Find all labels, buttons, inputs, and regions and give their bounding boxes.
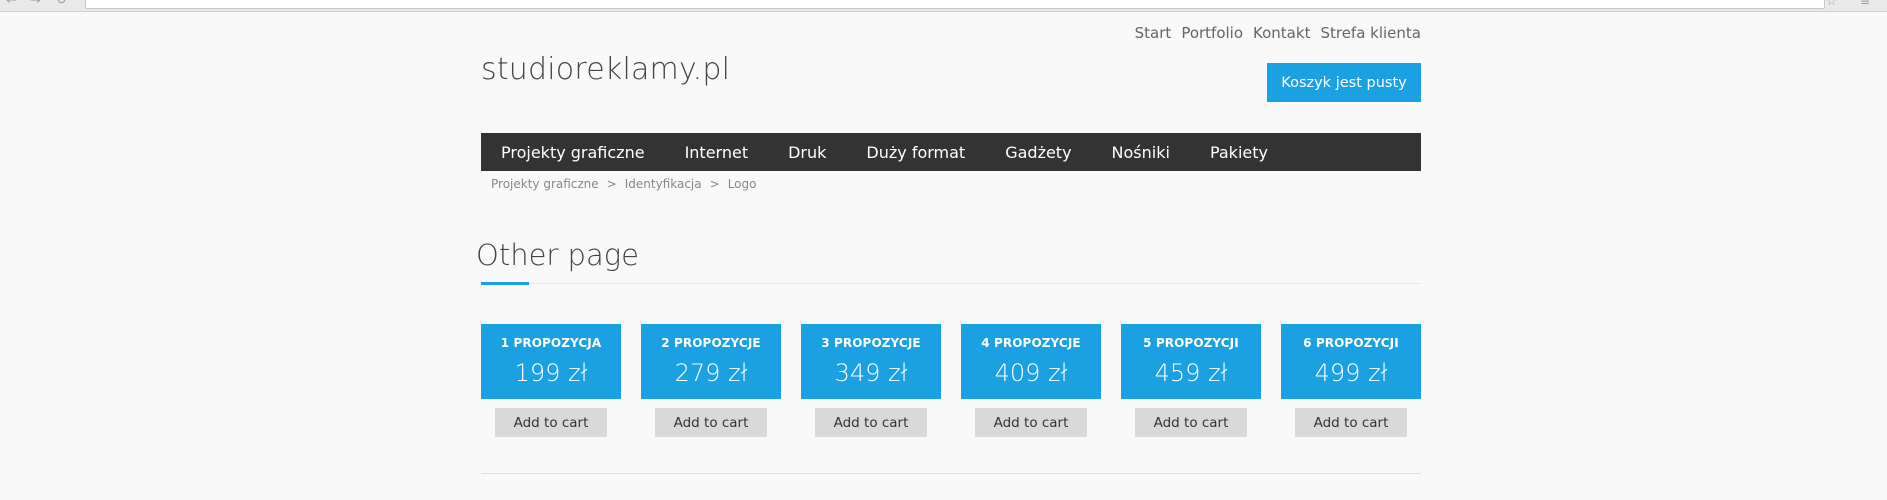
offer-name: 1 PROPOZYCJA: [500, 336, 602, 350]
offer-box: 4 PROPOZYCJE 409 zł: [961, 324, 1101, 399]
offer-card: 5 PROPOZYCJI 459 zł Add to cart: [1121, 324, 1261, 449]
browser-toolbar: ← → ↻ ☆ ≡: [0, 0, 1887, 12]
breadcrumb-item-projekty-graficzne[interactable]: Projekty graficzne: [491, 177, 599, 191]
offer-box: 3 PROPOZYCJE 349 zł: [801, 324, 941, 399]
address-bar[interactable]: [85, 0, 1825, 9]
nav-item-nosniki[interactable]: Nośniki: [1112, 143, 1170, 162]
offer-box: 1 PROPOZYCJA 199 zł: [481, 324, 621, 399]
page-container: Start Portfolio Kontakt Strefa klienta s…: [476, 12, 1421, 500]
back-icon[interactable]: ←: [6, 0, 17, 7]
offer-name: 6 PROPOZYCJI: [1303, 336, 1399, 350]
offer-name: 5 PROPOZYCJI: [1143, 336, 1239, 350]
add-to-cart-button[interactable]: Add to cart: [495, 408, 607, 437]
top-link-kontakt[interactable]: Kontakt: [1253, 24, 1310, 42]
offer-price: 199 zł: [514, 359, 588, 387]
nav-item-projekty-graficzne[interactable]: Projekty graficzne: [501, 143, 645, 162]
offer-card: 4 PROPOZYCJE 409 zł Add to cart: [961, 324, 1101, 449]
offer-box: 5 PROPOZYCJI 459 zł: [1121, 324, 1261, 399]
add-to-cart-button[interactable]: Add to cart: [1295, 408, 1407, 437]
browser-menu-icon[interactable]: ≡: [1860, 0, 1870, 8]
title-divider: [481, 283, 1421, 284]
breadcrumb-separator: >: [709, 177, 720, 191]
offer-price: 409 zł: [994, 359, 1068, 387]
offer-name: 4 PROPOZYCJE: [981, 336, 1081, 350]
offer-price: 279 zł: [674, 359, 748, 387]
title-accent-bar: [481, 282, 529, 285]
offer-price: 349 zł: [834, 359, 908, 387]
site-logo[interactable]: studioreklamy.pl: [481, 52, 730, 87]
footer-divider: [481, 473, 1421, 474]
add-to-cart-button[interactable]: Add to cart: [1135, 408, 1247, 437]
top-link-strefa-klienta[interactable]: Strefa klienta: [1320, 24, 1421, 42]
breadcrumb-item-logo: Logo: [727, 177, 757, 191]
offer-list: 1 PROPOZYCJA 199 zł Add to cart 2 PROPOZ…: [481, 324, 1421, 454]
page-title: Other page: [476, 238, 639, 272]
add-to-cart-button[interactable]: Add to cart: [975, 408, 1087, 437]
top-link-portfolio[interactable]: Portfolio: [1181, 24, 1243, 42]
nav-item-gadzety[interactable]: Gadżety: [1005, 143, 1071, 162]
offer-name: 2 PROPOZYCJE: [661, 336, 761, 350]
breadcrumb-separator: >: [606, 177, 617, 191]
nav-item-pakiety[interactable]: Pakiety: [1210, 143, 1268, 162]
bookmark-star-icon[interactable]: ☆: [1826, 0, 1837, 8]
offer-card: 3 PROPOZYCJE 349 zł Add to cart: [801, 324, 941, 449]
offer-price: 499 zł: [1314, 359, 1388, 387]
add-to-cart-button[interactable]: Add to cart: [655, 408, 767, 437]
offer-card: 1 PROPOZYCJA 199 zł Add to cart: [481, 324, 621, 449]
offer-name: 3 PROPOZYCJE: [821, 336, 921, 350]
breadcrumb: Projekty graficzne > Identyfikacja > Log…: [491, 177, 756, 191]
offer-card: 6 PROPOZYCJI 499 zł Add to cart: [1281, 324, 1421, 449]
cart-button[interactable]: Koszyk jest pusty: [1267, 63, 1421, 102]
nav-item-internet[interactable]: Internet: [685, 143, 749, 162]
forward-icon[interactable]: →: [30, 0, 41, 7]
offer-box: 2 PROPOZYCJE 279 zł: [641, 324, 781, 399]
reload-icon[interactable]: ↻: [56, 0, 67, 7]
add-to-cart-button[interactable]: Add to cart: [815, 408, 927, 437]
top-link-start[interactable]: Start: [1135, 24, 1172, 42]
offer-card: 2 PROPOZYCJE 279 zł Add to cart: [641, 324, 781, 449]
nav-item-druk[interactable]: Druk: [788, 143, 826, 162]
breadcrumb-item-identyfikacja[interactable]: Identyfikacja: [625, 177, 702, 191]
offer-price: 459 zł: [1154, 359, 1228, 387]
top-links: Start Portfolio Kontakt Strefa klienta: [1135, 24, 1421, 42]
nav-item-duzy-format[interactable]: Duży format: [866, 143, 965, 162]
main-nav: Projekty graficzne Internet Druk Duży fo…: [481, 133, 1421, 171]
offer-box: 6 PROPOZYCJI 499 zł: [1281, 324, 1421, 399]
